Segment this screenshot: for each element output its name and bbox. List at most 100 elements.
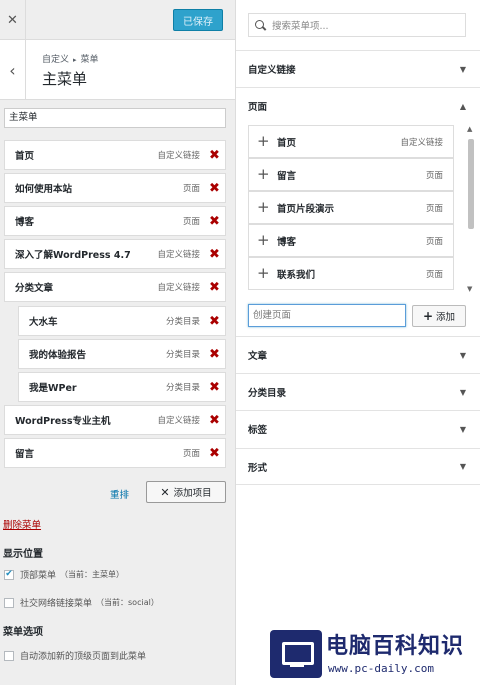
- menu-name-input[interactable]: 主菜单: [4, 108, 226, 128]
- location-option-social[interactable]: 社交网络链接菜单 （当前：social）: [4, 596, 159, 609]
- page-type-label: 页面: [425, 236, 443, 247]
- remove-icon[interactable]: ✖: [209, 148, 220, 163]
- new-page-input[interactable]: 创建页面: [248, 304, 406, 327]
- menu-item-title: 留言: [15, 449, 35, 460]
- menu-item[interactable]: 分类文章 自定义链接 ✖: [4, 272, 226, 302]
- close-icon[interactable]: ✕: [0, 0, 26, 40]
- section-label: 页面: [248, 102, 268, 113]
- plus-icon: +: [257, 198, 270, 216]
- location-hint: （当前：主菜单）: [60, 570, 125, 579]
- menu-item-type: 自定义链接: [157, 283, 200, 293]
- section-formats[interactable]: 形式 ▼: [236, 448, 480, 485]
- menu-item-type: 自定义链接: [157, 416, 200, 426]
- delete-menu-link[interactable]: 删除菜单: [3, 517, 41, 531]
- scroll-down-icon[interactable]: ▼: [467, 285, 472, 293]
- watermark-logo: 电脑百科知识 www.pc-daily.com: [264, 622, 480, 685]
- remove-icon[interactable]: ✖: [209, 347, 220, 362]
- add-page-button[interactable]: + 添加: [412, 305, 466, 327]
- menu-item-type: 分类目录: [165, 383, 200, 393]
- section-header: ‹ 自定义 ▸ 菜单 主菜单: [0, 40, 235, 100]
- remove-icon[interactable]: ✖: [209, 314, 220, 329]
- location-label: 顶部菜单: [20, 571, 57, 581]
- page-title-label: 联系我们: [277, 269, 316, 281]
- remove-icon[interactable]: ✖: [209, 446, 220, 461]
- page-title-label: 博客: [277, 236, 297, 248]
- menu-item-title: 博客: [15, 217, 35, 228]
- remove-icon[interactable]: ✖: [209, 413, 220, 428]
- caret-down-icon: ▼: [459, 350, 466, 360]
- page-type-label: 自定义链接: [400, 137, 443, 148]
- menu-item[interactable]: WordPress专业主机 自定义链接 ✖: [4, 405, 226, 435]
- list-item[interactable]: + 留言 页面: [248, 158, 454, 191]
- section-pages[interactable]: 页面 ▲: [236, 87, 480, 124]
- search-placeholder: 搜索菜单项...: [272, 21, 329, 32]
- menu-item-title: 首页: [15, 151, 35, 162]
- remove-icon[interactable]: ✖: [209, 214, 220, 229]
- menu-item-title: 分类文章: [15, 283, 54, 294]
- back-arrow-icon[interactable]: ‹: [0, 40, 26, 100]
- remove-icon[interactable]: ✖: [209, 247, 220, 262]
- remove-icon[interactable]: ✖: [209, 380, 220, 395]
- menu-subitem[interactable]: 我的体验报告 分类目录 ✖: [18, 339, 226, 369]
- menu-item-type: 页面: [182, 184, 200, 194]
- section-label: 形式: [248, 462, 268, 474]
- plus-icon: +: [257, 132, 270, 150]
- menu-item-title: 如何使用本站: [15, 184, 73, 195]
- remove-icon[interactable]: ✖: [209, 181, 220, 196]
- menu-item-type: 页面: [182, 449, 200, 459]
- caret-down-icon: ▼: [459, 387, 466, 397]
- list-item[interactable]: + 首页片段演示 页面: [248, 191, 454, 224]
- location-option-top[interactable]: ✔ 顶部菜单 （当前：主菜单）: [4, 568, 124, 581]
- section-label: 分类目录: [248, 388, 287, 399]
- section-posts[interactable]: 文章 ▼: [236, 336, 480, 373]
- menu-item-type: 页面: [182, 217, 200, 227]
- auto-add-option[interactable]: 自动添加新的顶级页面到此菜单: [4, 649, 146, 662]
- page-title: 主菜单: [42, 70, 88, 88]
- menu-subitem[interactable]: 我是WPer 分类目录 ✖: [18, 372, 226, 402]
- caret-down-icon: ▼: [459, 462, 466, 471]
- add-page-label: 添加: [436, 312, 456, 323]
- menu-item-title: WordPress专业主机: [15, 416, 111, 427]
- scrollbar-thumb[interactable]: [468, 139, 474, 229]
- menu-item-type: 分类目录: [165, 350, 200, 360]
- remove-icon[interactable]: ✖: [209, 280, 220, 295]
- menu-item[interactable]: 留言 页面 ✖: [4, 438, 226, 468]
- monitor-icon: [270, 630, 322, 678]
- caret-down-icon: ▼: [459, 424, 466, 434]
- section-tags[interactable]: 标签 ▼: [236, 410, 480, 447]
- list-item[interactable]: + 首页 自定义链接: [248, 125, 454, 158]
- reorder-link[interactable]: 重排: [110, 487, 129, 501]
- menu-item[interactable]: 如何使用本站 页面 ✖: [4, 173, 226, 203]
- checkbox-icon[interactable]: [4, 597, 14, 608]
- section-categories[interactable]: 分类目录 ▼: [236, 373, 480, 410]
- available-items-panel: 搜索菜单项... 自定义链接 ▼ 页面 ▲ + 首页 自定义链接 + 留言 页面…: [236, 0, 480, 685]
- pages-scrollbar[interactable]: ▲ ▼: [466, 125, 476, 293]
- caret-down-icon: ▼: [459, 64, 466, 74]
- menu-item-title: 我的体验报告: [29, 350, 87, 361]
- locations-heading: 显示位置: [3, 549, 43, 560]
- plus-icon: +: [257, 264, 270, 282]
- section-label: 文章: [248, 351, 268, 362]
- section-custom-links[interactable]: 自定义链接 ▼: [236, 50, 480, 87]
- menu-item[interactable]: 博客 页面 ✖: [4, 206, 226, 236]
- watermark-url: www.pc-daily.com: [328, 662, 434, 675]
- save-button[interactable]: 已保存: [173, 9, 223, 31]
- menu-item-title: 大水车: [29, 317, 58, 328]
- list-item[interactable]: + 博客 页面: [248, 224, 454, 257]
- auto-add-label: 自动添加新的顶级页面到此菜单: [20, 652, 147, 662]
- search-icon: [255, 19, 266, 31]
- add-items-button[interactable]: ✕ 添加项目: [146, 481, 226, 503]
- breadcrumb: 自定义 ▸ 菜单: [42, 52, 99, 65]
- section-label: 自定义链接: [248, 65, 296, 76]
- page-title-label: 留言: [277, 170, 297, 182]
- scroll-up-icon[interactable]: ▲: [467, 125, 472, 133]
- checkbox-checked-icon[interactable]: ✔: [4, 569, 14, 580]
- plus-icon: +: [257, 231, 270, 249]
- menu-item[interactable]: 深入了解WordPress 4.7 自定义链接 ✖: [4, 239, 226, 269]
- checkbox-icon[interactable]: [4, 650, 14, 661]
- search-input[interactable]: 搜索菜单项...: [248, 13, 466, 37]
- breadcrumb-child: 菜单: [80, 55, 99, 65]
- list-item[interactable]: + 联系我们 页面: [248, 257, 454, 290]
- menu-subitem[interactable]: 大水车 分类目录 ✖: [18, 306, 226, 336]
- menu-item[interactable]: 首页 自定义链接 ✖: [4, 140, 226, 170]
